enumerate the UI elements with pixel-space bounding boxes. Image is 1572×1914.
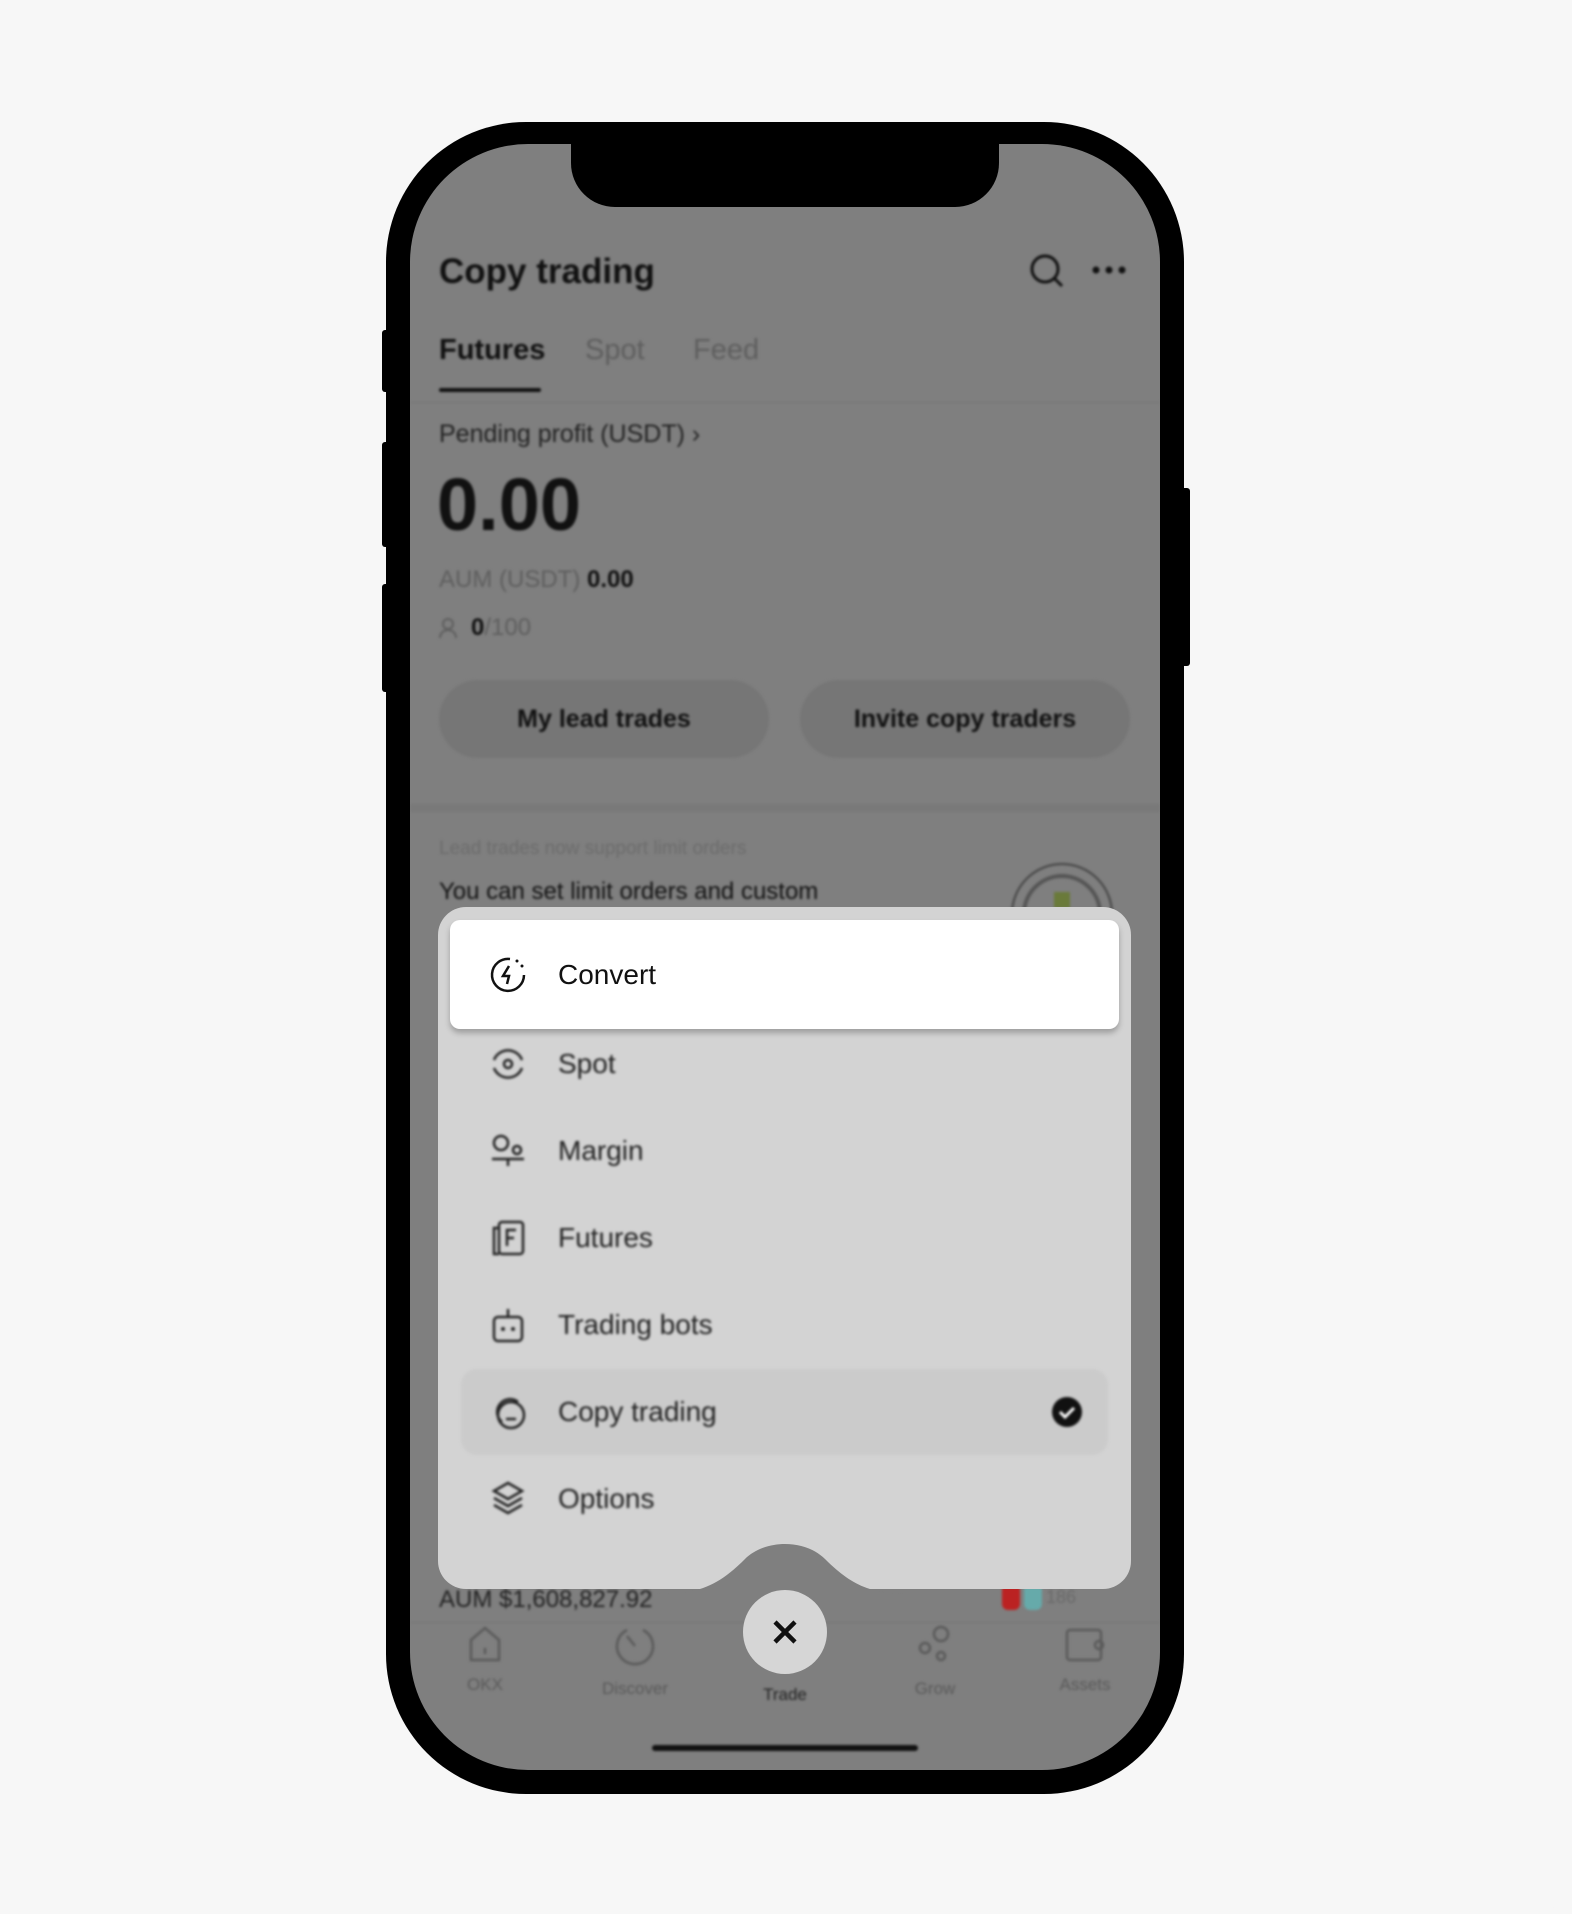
menu-item-label: Convert: [558, 958, 657, 990]
layers-icon: [491, 1481, 525, 1515]
copier-count: 186: [1046, 1586, 1077, 1607]
menu-item-margin[interactable]: Margin: [438, 1108, 1131, 1194]
my-lead-trades-button[interactable]: My lead trades: [439, 680, 769, 758]
menu-bump: [655, 1544, 915, 1594]
chevron-right-icon: ›: [691, 420, 701, 448]
nav-label: Trade: [763, 1685, 807, 1704]
discover-icon: [615, 1628, 655, 1666]
menu-item-label: Margin: [558, 1135, 644, 1166]
home-icon: [469, 1626, 501, 1662]
menu-item-convert[interactable]: Convert: [450, 920, 1119, 1029]
aum-label: AUM (USDT): [439, 566, 581, 593]
menu-item-futures[interactable]: Futures: [438, 1195, 1131, 1281]
phone-screen: Copy trading Futures Spot Feed Pending p…: [410, 144, 1160, 1770]
menu-item-label: Spot: [558, 1048, 616, 1079]
banner-subtitle: Lead trades now support limit orders: [439, 838, 747, 859]
menu-item-label: Copy trading: [558, 1396, 717, 1427]
tab-spot[interactable]: Spot: [585, 334, 645, 367]
menu-item-label: Trading bots: [558, 1309, 713, 1340]
trade-menu: Convert Spot Margin Futures Trading bots: [438, 907, 1131, 1589]
tab-futures[interactable]: Futures: [439, 334, 545, 367]
banner-text: You can set limit orders and custom: [439, 878, 819, 905]
futures-icon: [492, 1220, 525, 1256]
invite-copy-traders-button[interactable]: Invite copy traders: [800, 680, 1130, 758]
menu-item-copy-trading[interactable]: Copy trading: [438, 1369, 1131, 1455]
grow-icon: [918, 1625, 950, 1662]
pending-profit-link[interactable]: Pending profit (USDT) ›: [439, 420, 700, 449]
menu-item-options[interactable]: Options: [438, 1456, 1131, 1542]
nav-assets[interactable]: Assets: [1030, 1624, 1140, 1695]
close-icon: [773, 1620, 797, 1644]
notch: [571, 144, 999, 207]
menu-item-label: Options: [558, 1483, 655, 1514]
home-indicator: [652, 1745, 918, 1751]
checkmark-icon: [1052, 1397, 1082, 1427]
users-icon: [439, 618, 457, 639]
nav-label: Discover: [601, 1679, 669, 1698]
pending-profit-value: 0.00: [437, 463, 582, 546]
nav-label: Grow: [914, 1679, 956, 1698]
nav-trade-label-wrap: Trade: [730, 1679, 840, 1705]
divider: [410, 402, 1160, 403]
active-tab-indicator: [439, 388, 541, 392]
convert-icon: [490, 957, 526, 992]
wallet-icon: [1065, 1628, 1105, 1662]
copy-trading-icon: [495, 1397, 526, 1430]
nav-okx[interactable]: OKX: [430, 1624, 540, 1695]
nav-label: Assets: [1059, 1675, 1111, 1694]
tab-feed[interactable]: Feed: [693, 334, 759, 367]
page-title: Copy trading: [439, 252, 655, 291]
margin-icon: [492, 1134, 524, 1166]
more-icon[interactable]: [1090, 262, 1130, 278]
bot-icon: [492, 1309, 524, 1343]
copiers-max: /100: [484, 614, 532, 641]
aum-value: 0.00: [587, 566, 634, 593]
pending-profit-label: Pending profit (USDT): [439, 420, 685, 448]
nav-grow[interactable]: Grow: [880, 1624, 990, 1699]
nav-discover[interactable]: Discover: [580, 1624, 690, 1699]
spot-icon: [492, 1049, 524, 1079]
menu-item-trading-bots[interactable]: Trading bots: [438, 1282, 1131, 1368]
nav-label: OKX: [467, 1675, 503, 1694]
search-icon[interactable]: [1027, 251, 1067, 291]
menu-item-label: Futures: [558, 1222, 653, 1253]
close-trade-menu-button[interactable]: [743, 1590, 827, 1674]
copiers-count: 0: [471, 614, 485, 641]
section-divider: [410, 804, 1160, 812]
trader-aum: AUM $1,608,827.92: [439, 1586, 653, 1613]
menu-item-spot[interactable]: Spot: [438, 1021, 1131, 1107]
